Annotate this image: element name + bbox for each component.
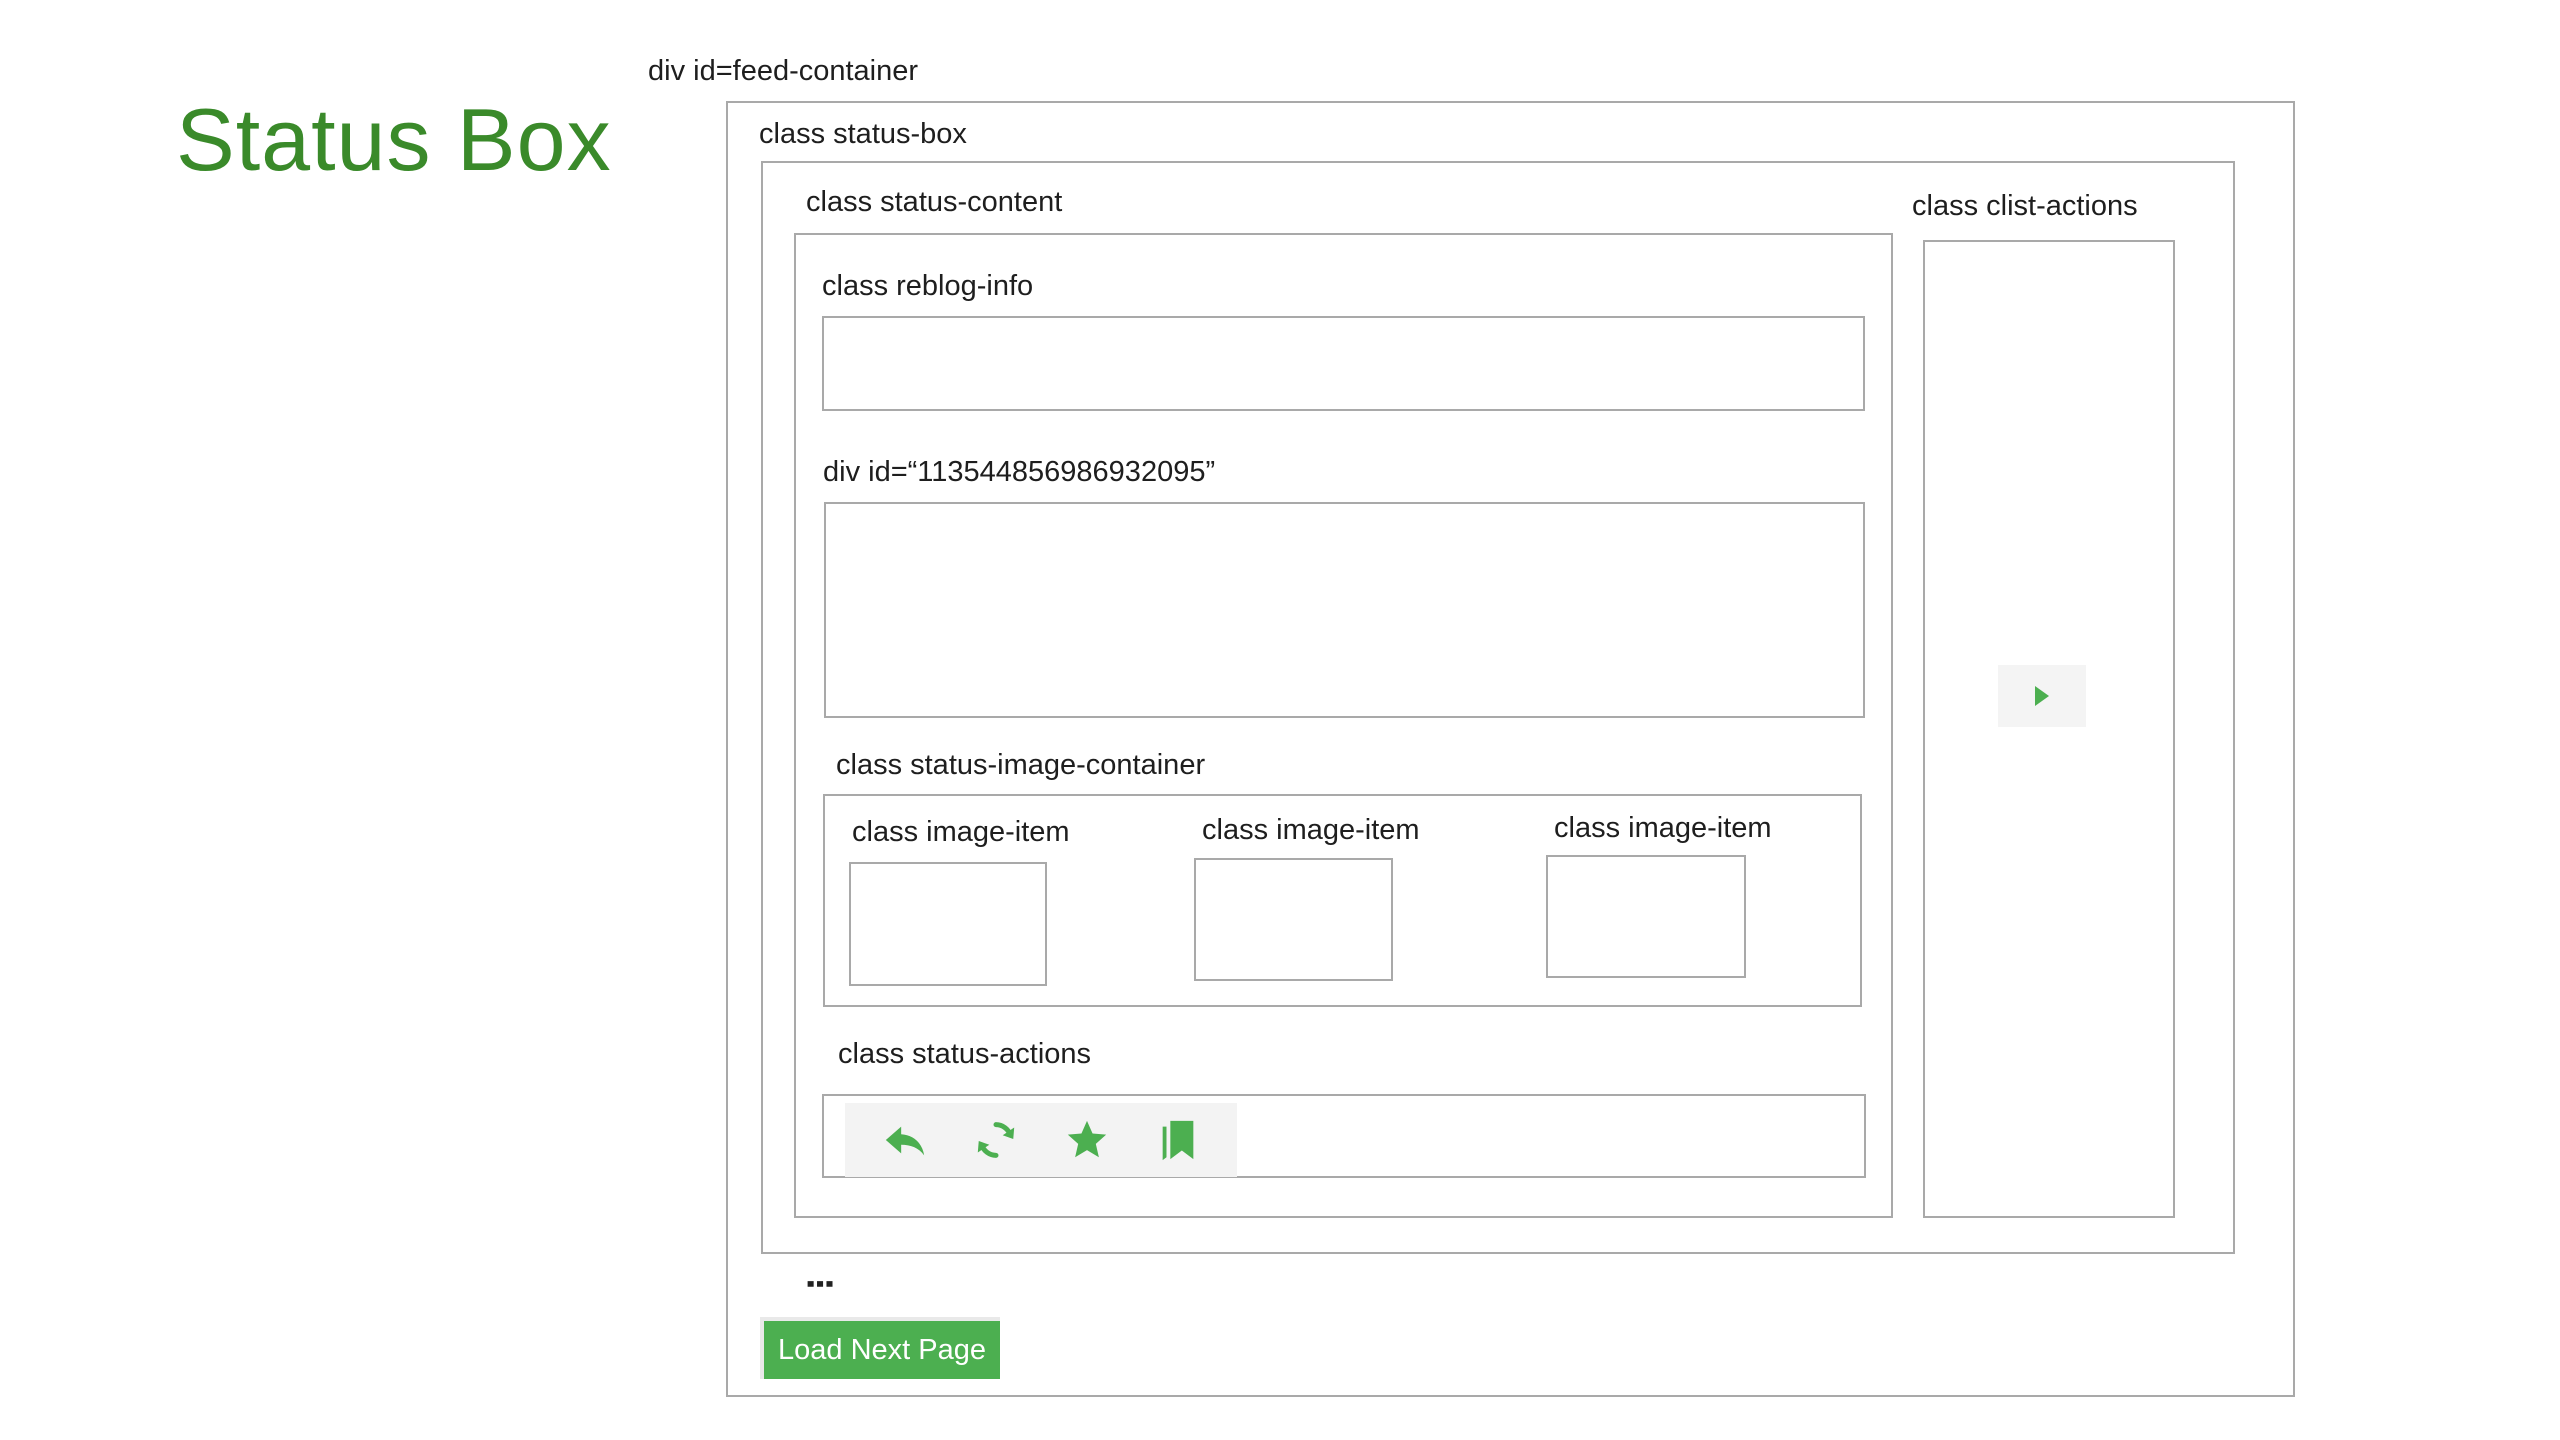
image-item-box: [1194, 858, 1393, 981]
caret-right-icon: [2035, 686, 2049, 706]
favourite-icon: [1067, 1120, 1106, 1158]
status-content-label: class status-content: [806, 186, 1063, 218]
favourite-button[interactable]: [1060, 1113, 1114, 1167]
load-next-page-button[interactable]: Load Next Page: [760, 1317, 1000, 1379]
status-actions-label: class status-actions: [838, 1038, 1092, 1070]
image-item-box: [849, 862, 1047, 986]
image-container-label: class status-image-container: [836, 749, 1206, 781]
reblog-icon: [977, 1122, 1014, 1158]
diagram-canvas: Status Box div id=feed-container class s…: [0, 0, 2560, 1440]
status-box-label: class status-box: [759, 118, 967, 150]
bookmark-icon: [1162, 1120, 1193, 1161]
clist-actions-box: [1923, 240, 2175, 1218]
reblog-button[interactable]: [969, 1113, 1023, 1167]
reply-icon: [885, 1126, 924, 1156]
image-item-label: class image-item: [1554, 812, 1772, 844]
image-item-label: class image-item: [1202, 814, 1420, 846]
image-item-box: [1546, 855, 1746, 978]
clist-actions-label: class clist-actions: [1912, 190, 2138, 222]
clist-arrow-button[interactable]: [1998, 665, 2086, 727]
reblog-info-label: class reblog-info: [822, 270, 1034, 302]
reply-button[interactable]: [878, 1113, 932, 1167]
status-actions-toolbar: [845, 1103, 1237, 1177]
status-div-label: div id=“113544856986932095”: [823, 456, 1216, 488]
image-item-label: class image-item: [852, 816, 1070, 848]
ellipsis-more: ⋮: [802, 1268, 838, 1300]
status-div-box: [824, 502, 1865, 718]
feed-container-label: div id=feed-container: [648, 55, 919, 87]
bookmark-button[interactable]: [1151, 1113, 1205, 1167]
reblog-info-box: [822, 316, 1865, 411]
page-title: Status Box: [176, 90, 612, 189]
